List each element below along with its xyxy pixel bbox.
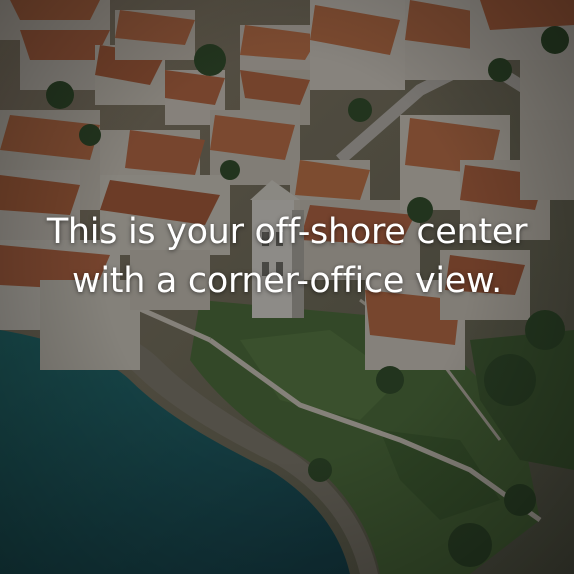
headline-line-1: This is your off-shore center xyxy=(46,212,528,252)
hero-headline: This is your off-shore center with a cor… xyxy=(0,208,574,306)
hero-banner: This is your off-shore center with a cor… xyxy=(0,0,574,574)
headline-line-2: with a corner-office view. xyxy=(72,261,502,301)
